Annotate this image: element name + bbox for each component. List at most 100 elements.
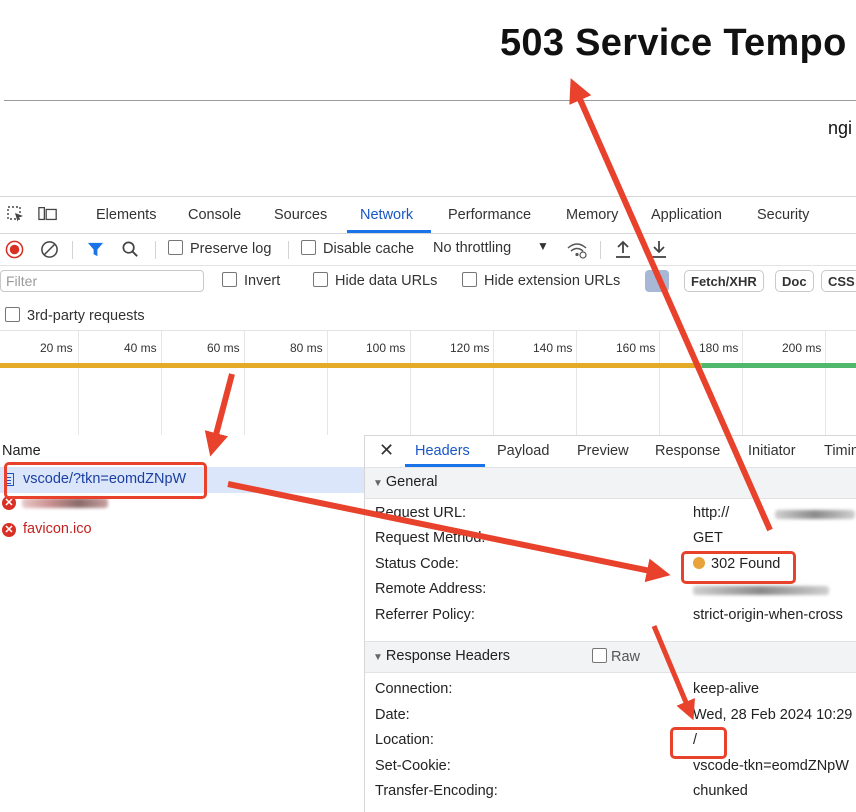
tab-console[interactable]: Console <box>188 207 241 223</box>
name-header-label: Name <box>2 443 41 459</box>
checkbox-box[interactable] <box>462 272 477 287</box>
inspect-element-icon[interactable] <box>6 205 26 223</box>
hide-data-urls-checkbox[interactable]: Hide data URLs <box>313 272 437 289</box>
request-details: ✕ Headers Payload Preview Response Initi… <box>365 435 856 812</box>
request-method-value: GET <box>693 530 723 546</box>
request-method-label: Request Method: <box>375 530 486 546</box>
hide-extension-urls-checkbox[interactable]: Hide extension URLs <box>462 272 620 289</box>
grid-line <box>742 331 743 435</box>
device-toolbar-icon[interactable] <box>38 205 58 223</box>
hide-extension-urls-label: Hide extension URLs <box>484 273 621 289</box>
toolbar-separator <box>288 241 289 259</box>
grid-line <box>825 331 826 435</box>
tab-sources[interactable]: Sources <box>274 207 327 223</box>
tab-application[interactable]: Application <box>651 207 722 223</box>
page-footer: ngi <box>828 118 853 138</box>
third-party-checkbox[interactable]: 3rd-party requests <box>5 307 145 324</box>
highlight-status-box <box>681 551 796 584</box>
tab-payload[interactable]: Payload <box>497 443 549 459</box>
referrer-policy-label: Referrer Policy: <box>375 607 475 623</box>
network-overview[interactable]: 20 ms 40 ms 60 ms 80 ms 100 ms 120 ms 14… <box>0 330 856 436</box>
timeline-tick: 120 ms <box>450 341 490 355</box>
details-tabbar: ✕ Headers Payload Preview Response Initi… <box>365 435 856 468</box>
checkbox-box[interactable] <box>592 648 607 663</box>
throttling-label: No throttling <box>433 240 512 256</box>
request-row[interactable]: ✕ favicon.ico <box>0 517 364 543</box>
doc-chip[interactable]: Doc <box>775 270 814 292</box>
css-chip[interactable]: CSS <box>821 270 856 292</box>
grid-line <box>576 331 577 435</box>
general-section-title: ▼ General <box>373 474 438 490</box>
location-label: Location: <box>375 732 434 748</box>
throttling-select[interactable]: No throttling <box>433 240 511 256</box>
network-conditions-icon[interactable] <box>566 241 588 259</box>
page-divider <box>4 100 856 101</box>
fetch-xhr-chip[interactable]: Fetch/XHR <box>684 270 764 292</box>
timeline-tick: 40 ms <box>124 341 157 355</box>
tab-performance[interactable]: Performance <box>448 207 531 223</box>
search-icon[interactable] <box>121 240 140 259</box>
raw-checkbox[interactable]: Raw <box>592 648 640 665</box>
timeline-tick: 100 ms <box>366 341 406 355</box>
referrer-policy-value: strict-origin-when-cross <box>693 607 843 623</box>
grid-line <box>659 331 660 435</box>
network-toolbar: Preserve log Disable cache No throttling… <box>0 234 856 266</box>
clear-icon[interactable] <box>40 240 59 259</box>
filter-input[interactable]: Filter <box>0 270 204 292</box>
close-icon[interactable]: ✕ <box>379 440 394 461</box>
connection-label: Connection: <box>375 681 453 697</box>
request-name: favicon.ico <box>23 521 92 537</box>
record-stop-icon[interactable] <box>5 240 24 259</box>
toolbar-separator <box>155 241 156 259</box>
tab-preview[interactable]: Preview <box>577 443 629 459</box>
export-har-icon[interactable] <box>650 239 668 259</box>
tab-elements[interactable]: Elements <box>96 207 156 223</box>
hide-data-urls-label: Hide data URLs <box>335 273 438 289</box>
request-url-label: Request URL: <box>375 505 467 521</box>
checkbox-box[interactable] <box>313 272 328 287</box>
invert-label: Invert <box>244 273 281 289</box>
raw-label: Raw <box>611 649 641 665</box>
general-section-header[interactable]: ▼ General <box>365 467 856 499</box>
toolbar-separator <box>600 241 601 259</box>
import-har-icon[interactable] <box>614 239 632 259</box>
tab-security[interactable]: Security <box>757 207 809 223</box>
tab-response[interactable]: Response <box>655 443 720 459</box>
preserve-log-checkbox[interactable]: Preserve log <box>168 240 271 257</box>
checkbox-box[interactable] <box>5 307 20 322</box>
all-types-chip[interactable] <box>645 270 669 292</box>
remote-address-label: Remote Address: <box>375 581 487 597</box>
redacted-request-name <box>22 498 108 508</box>
set-cookie-value: vscode-tkn=eomdZNpW <box>693 758 849 774</box>
redacted-remote-address <box>693 586 829 595</box>
disable-cache-checkbox[interactable]: Disable cache <box>301 240 414 257</box>
tab-headers[interactable]: Headers <box>415 443 470 459</box>
tab-timing[interactable]: Timin <box>824 443 856 459</box>
error-icon: ✕ <box>2 523 16 537</box>
date-value: Wed, 28 Feb 2024 10:29 <box>693 707 853 723</box>
connection-value: keep-alive <box>693 681 760 697</box>
active-tab-indicator <box>347 230 431 233</box>
third-party-label: 3rd-party requests <box>27 308 145 324</box>
grid-line <box>161 331 162 435</box>
invert-checkbox[interactable]: Invert <box>222 272 280 289</box>
chevron-down-icon[interactable]: ▼ <box>537 239 549 253</box>
request-url-value: http:// <box>693 505 730 521</box>
disable-cache-label: Disable cache <box>323 241 415 257</box>
response-headers-section-header[interactable]: ▼ Response Headers Raw <box>365 641 856 673</box>
grid-line <box>78 331 79 435</box>
date-label: Date: <box>375 707 410 723</box>
timeline-bar-download <box>702 363 856 368</box>
timeline-tick: 60 ms <box>207 341 240 355</box>
tab-network[interactable]: Network <box>360 207 413 223</box>
checkbox-box[interactable] <box>168 240 183 255</box>
grid-line <box>244 331 245 435</box>
checkbox-box[interactable] <box>301 240 316 255</box>
devtools-tabbar: Elements Console Sources Network Perform… <box>0 197 856 234</box>
tab-initiator[interactable]: Initiator <box>748 443 796 459</box>
timeline-bar-waiting <box>0 363 702 368</box>
filter-icon[interactable] <box>87 241 104 258</box>
tab-memory[interactable]: Memory <box>566 207 618 223</box>
checkbox-box[interactable] <box>222 272 237 287</box>
page-title: 503 Service Tempo <box>500 22 847 64</box>
